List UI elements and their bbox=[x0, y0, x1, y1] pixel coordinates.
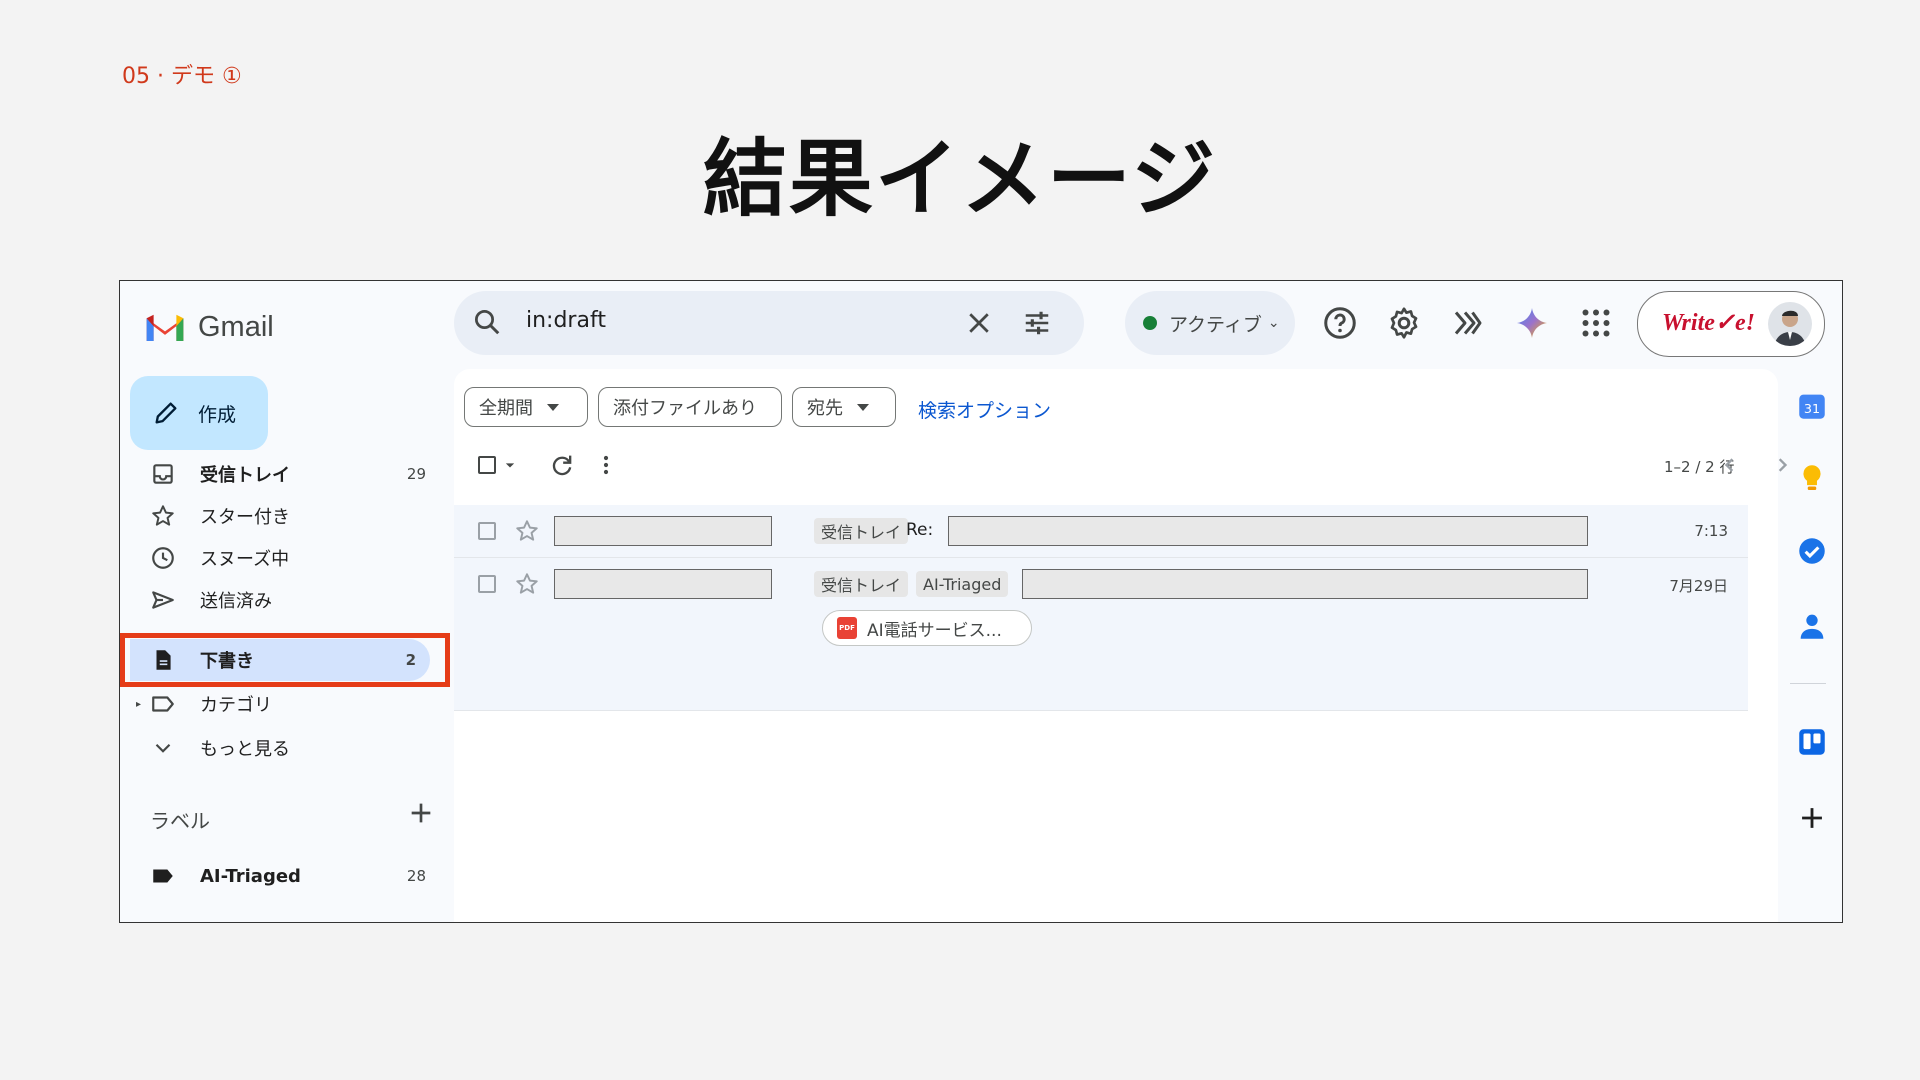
attachment-chip[interactable]: PDF AI電話サービス... bbox=[822, 610, 1032, 646]
table-row[interactable]: 受信トレイ AI-Triaged 7月29日 PDF AI電話サービス... bbox=[454, 558, 1748, 711]
sidebar-label-item[interactable]: AI-Triaged 28 bbox=[120, 855, 440, 897]
star-icon bbox=[152, 505, 174, 526]
expand-arrow-icon[interactable]: ▸ bbox=[136, 699, 141, 710]
filter-label: 宛先 bbox=[807, 398, 843, 419]
sidebar-item-label: 送信済み bbox=[200, 591, 272, 612]
search-options-icon[interactable] bbox=[1022, 308, 1052, 338]
sidebar-item-label: カテゴリ bbox=[200, 695, 272, 716]
rail-divider bbox=[1790, 683, 1826, 684]
chevron-down-icon: ⌄ bbox=[1267, 315, 1280, 331]
search-bar[interactable]: in:draft bbox=[454, 291, 1084, 355]
filter-attachment-chip[interactable]: 添付ファイルあり bbox=[598, 387, 782, 427]
pdf-icon: PDF bbox=[837, 617, 857, 639]
gmail-logo[interactable]: Gmail bbox=[144, 307, 274, 347]
tasks-check-icon[interactable] bbox=[1795, 534, 1829, 568]
sidebar-item-label: 受信トレイ bbox=[200, 465, 290, 486]
select-dropdown-icon[interactable] bbox=[500, 451, 520, 479]
sidebar-item-categories[interactable]: ▸ カテゴリ bbox=[120, 683, 440, 725]
inbox-icon bbox=[153, 464, 173, 484]
filter-label: 全期間 bbox=[479, 398, 533, 419]
email-time: 7月29日 bbox=[1669, 577, 1728, 595]
redacted-subject bbox=[948, 516, 1588, 546]
status-label: アクティブ bbox=[1169, 313, 1262, 336]
star-icon[interactable] bbox=[514, 571, 540, 597]
gmail-wordmark: Gmail bbox=[198, 310, 274, 343]
dropdown-caret-icon bbox=[547, 403, 559, 411]
account-switcher[interactable]: Write✓e! bbox=[1637, 291, 1825, 357]
avatar[interactable] bbox=[1768, 302, 1812, 346]
calendar-icon[interactable]: 31 bbox=[1795, 389, 1829, 423]
sidebar-item-label: スヌーズ中 bbox=[200, 549, 290, 570]
clear-search-icon[interactable] bbox=[964, 308, 994, 338]
message-list-panel: 全期間 添付ファイルあり 宛先 検索オプション 1–2 / 2 行 受信トレイ … bbox=[454, 369, 1788, 922]
select-all-checkbox[interactable] bbox=[478, 456, 496, 474]
ai-triaged-tag: AI-Triaged bbox=[916, 571, 1009, 597]
slide-title: 結果イメージ bbox=[702, 130, 1218, 228]
sidebar-item-label: AI-Triaged bbox=[200, 865, 301, 887]
advanced-search-link[interactable]: 検索オプション bbox=[918, 396, 1051, 423]
chevron-down-icon bbox=[155, 743, 171, 753]
slide-section-label: 05 · デモ ① bbox=[122, 64, 242, 89]
brand-logo: Write✓e! bbox=[1662, 310, 1755, 336]
redacted-sender bbox=[554, 516, 772, 546]
add-addon-icon[interactable] bbox=[1795, 801, 1829, 835]
sidebar-item-label: もっと見る bbox=[200, 739, 290, 760]
label-count: 28 bbox=[406, 867, 426, 885]
table-row[interactable]: 受信トレイ Re: 7:13 bbox=[454, 505, 1748, 558]
sidebar-item-label: スター付き bbox=[200, 507, 290, 528]
sidebar-item-inbox[interactable]: 受信トレイ 29 bbox=[120, 453, 440, 495]
filter-to-chip[interactable]: 宛先 bbox=[792, 387, 896, 427]
contacts-person-icon[interactable] bbox=[1795, 609, 1829, 643]
search-icon[interactable] bbox=[472, 307, 502, 337]
inbox-tag: 受信トレイ bbox=[814, 518, 909, 544]
inbox-tag: 受信トレイ bbox=[814, 571, 909, 597]
redacted-subject bbox=[1022, 569, 1588, 599]
redacted-sender bbox=[554, 569, 772, 599]
clock-icon bbox=[152, 547, 174, 569]
row-checkbox[interactable] bbox=[478, 575, 496, 593]
inbox-count: 29 bbox=[406, 465, 426, 483]
gmail-screenshot: Gmail in:draft アクティブ ⌄ Write✓e! 作成 受信トレイ… bbox=[119, 280, 1843, 923]
pencil-icon bbox=[155, 402, 177, 424]
refresh-icon[interactable] bbox=[548, 451, 576, 479]
gmail-m-icon bbox=[146, 314, 184, 341]
star-icon[interactable] bbox=[514, 518, 540, 544]
more-vert-icon[interactable] bbox=[592, 451, 620, 479]
send-icon bbox=[152, 591, 174, 609]
sidebar-item-snoozed[interactable]: スヌーズ中 bbox=[120, 537, 440, 579]
subject-prefix: Re: bbox=[906, 520, 934, 540]
compose-label: 作成 bbox=[198, 403, 237, 426]
filter-period-chip[interactable]: 全期間 bbox=[464, 387, 588, 427]
status-dropdown[interactable]: アクティブ ⌄ bbox=[1125, 291, 1295, 355]
compose-button[interactable]: 作成 bbox=[130, 376, 268, 450]
attachment-name: AI電話サービス... bbox=[867, 620, 1002, 641]
sidebar-item-starred[interactable]: スター付き bbox=[120, 495, 440, 537]
email-time: 7:13 bbox=[1694, 522, 1728, 540]
apps-grid-icon[interactable] bbox=[1578, 305, 1614, 341]
dropdown-caret-icon bbox=[857, 403, 869, 411]
drafts-highlight-box bbox=[120, 633, 450, 687]
trello-icon[interactable] bbox=[1795, 725, 1829, 759]
help-icon[interactable] bbox=[1322, 305, 1358, 341]
add-label-icon[interactable] bbox=[405, 797, 437, 829]
chevron-left-icon[interactable] bbox=[1716, 451, 1744, 479]
sidebar-item-sent[interactable]: 送信済み bbox=[120, 579, 440, 621]
svg-text:31: 31 bbox=[1804, 402, 1820, 417]
row-checkbox[interactable] bbox=[478, 522, 496, 540]
sidebar-item-more[interactable]: もっと見る bbox=[120, 727, 440, 769]
filter-label: 添付ファイルあり bbox=[613, 398, 757, 419]
label-icon bbox=[152, 696, 174, 712]
label-filled-icon bbox=[153, 869, 173, 883]
chevron-right-icon[interactable] bbox=[1768, 451, 1796, 479]
active-status-dot bbox=[1143, 316, 1157, 330]
labels-heading: ラベル bbox=[150, 809, 210, 833]
gemini-sparkle-icon[interactable] bbox=[1514, 305, 1550, 341]
gear-icon[interactable] bbox=[1386, 305, 1422, 341]
gemini-tools-icon[interactable] bbox=[1450, 305, 1486, 341]
search-input[interactable]: in:draft bbox=[526, 308, 606, 333]
keep-bulb-icon[interactable] bbox=[1795, 461, 1829, 495]
